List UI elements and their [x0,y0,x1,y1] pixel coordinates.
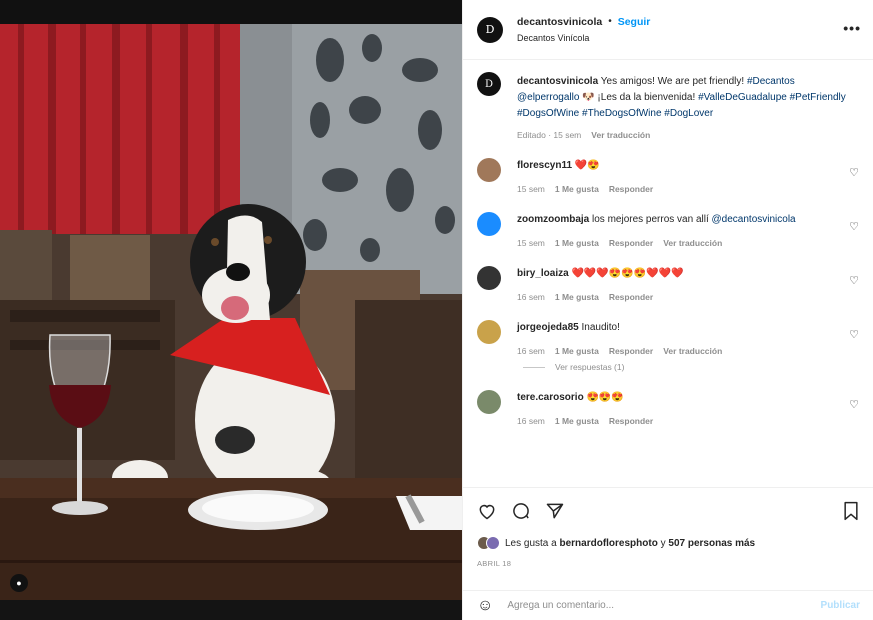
commenter-avatar[interactable] [477,158,501,182]
comment-text: ❤️❤️❤️😍😍😍❤️❤️❤️ [571,268,684,279]
reply-button[interactable]: Responder [609,238,653,248]
comment-username[interactable]: florescyn11 [517,160,572,171]
comment-username[interactable]: tere.carosorio [517,392,584,403]
comment-time[interactable]: 16 sem [517,416,545,426]
comment-username[interactable]: zoomzoombaja [517,214,589,225]
caption-hashtag[interactable]: #Decantos [747,76,795,87]
comment-item: biry_loaiza ❤️❤️❤️😍😍😍❤️❤️❤️ 16 sem 1 Me … [477,266,859,302]
comment-likes[interactable]: 1 Me gusta [555,238,599,248]
reply-button[interactable]: Responder [609,346,653,356]
like-comment-heart-icon[interactable]: ♡ [849,328,859,341]
separator-dot: • [608,15,612,27]
comment-likes[interactable]: 1 Me gusta [555,292,599,302]
post-header: D decantosvinicola • Seguir Decantos Vin… [463,0,873,60]
comment-item: zoomzoombaja los mejores perros van allí… [477,212,859,248]
comment-time[interactable]: 15 sem [517,184,545,194]
like-comment-heart-icon[interactable]: ♡ [849,220,859,233]
post-side-panel: D decantosvinicola • Seguir Decantos Vin… [462,0,873,620]
likes-count[interactable]: 507 personas más [668,538,755,549]
share-icon[interactable] [545,501,565,521]
comment-text: ❤️😍 [574,160,600,171]
commenter-avatar[interactable] [477,390,501,414]
post-date[interactable]: ABRIL 18 [477,559,860,568]
profile-avatar[interactable]: D [477,16,503,43]
reply-button[interactable]: Responder [609,292,653,302]
comment-likes[interactable]: 1 Me gusta [555,416,599,426]
comment-likes[interactable]: 1 Me gusta [555,184,599,194]
like-comment-heart-icon[interactable]: ♡ [849,398,859,411]
comment-time[interactable]: 16 sem [517,346,545,356]
caption-mention[interactable]: @elperrogallo [517,92,579,103]
comment-item: jorgeojeda85 Inaudito! 16 sem 1 Me gusta… [477,320,859,356]
save-bookmark-icon[interactable] [842,501,860,521]
dog-wine-photo [0,0,462,620]
likes-user[interactable]: bernardofloresphoto [559,538,657,549]
comments-list[interactable]: D decantosvinicola Yes amigos! We are pe… [463,60,873,485]
publish-button[interactable]: Publicar [821,600,860,611]
comment-text: los mejores perros van allí [592,214,712,225]
comment-input[interactable] [507,600,821,611]
like-comment-heart-icon[interactable]: ♡ [849,274,859,287]
comment-item: florescyn11 ❤️😍 15 sem 1 Me gusta Respon… [477,158,859,194]
caption-translate-link[interactable]: Ver traducción [591,130,650,140]
reply-button[interactable]: Responder [609,416,653,426]
comment-text: Inaudito! [581,322,620,333]
comment-username[interactable]: jorgeojeda85 [517,322,579,333]
caption-avatar[interactable]: D [477,72,501,96]
post-username[interactable]: decantosvinicola [517,14,602,30]
commenter-avatar[interactable] [477,320,501,344]
comment-item: tere.carosorio 😍😍😍 16 sem 1 Me gusta Res… [477,390,859,426]
replies-divider [523,366,545,368]
comment-username[interactable]: biry_loaiza [517,268,569,279]
like-comment-heart-icon[interactable]: ♡ [849,166,859,179]
likes-middle: y [657,537,669,549]
likes-prefix: Les gusta a [505,537,560,549]
translate-link[interactable]: Ver traducción [663,346,722,356]
caption: D decantosvinicola Yes amigos! We are pe… [477,72,859,140]
comment-mention[interactable]: @decantosvinicola [712,214,796,225]
add-comment-bar: ☺ Publicar [463,590,873,620]
translate-link[interactable]: Ver traducción [663,238,722,248]
likes-summary: Les gusta a bernardofloresphoto y 507 pe… [477,536,860,550]
follow-button[interactable]: Seguir [618,14,651,30]
view-replies-button[interactable]: Ver respuestas (1) [523,362,859,372]
more-options-icon[interactable]: ••• [843,20,861,36]
caption-text-1: Yes amigos! We are pet friendly! [600,76,747,87]
caption-username[interactable]: decantosvinicola [517,76,598,87]
commenter-avatar[interactable] [477,266,501,290]
comment-likes[interactable]: 1 Me gusta [555,346,599,356]
caption-edited: Editado · 15 sem [517,130,582,140]
comment-icon[interactable] [511,501,531,521]
commenter-avatar[interactable] [477,212,501,236]
reply-button[interactable]: Responder [609,184,653,194]
post-location[interactable]: Decantos Vinícola [517,30,650,46]
tagged-user-icon[interactable]: ● [10,574,28,592]
emoji-icon[interactable]: ☺ [477,597,493,615]
liker-avatar [486,536,500,550]
comment-time[interactable]: 16 sem [517,292,545,302]
caption-text-2: 🐶 ¡Les da la bienvenida! [579,92,699,103]
post-photo[interactable]: ● [0,0,462,620]
comment-text: 😍😍😍 [586,392,624,403]
view-replies-label[interactable]: Ver respuestas (1) [555,362,624,372]
post-actions: Les gusta a bernardofloresphoto y 507 pe… [463,487,873,568]
like-heart-icon[interactable] [477,501,497,521]
comment-time[interactable]: 15 sem [517,238,545,248]
